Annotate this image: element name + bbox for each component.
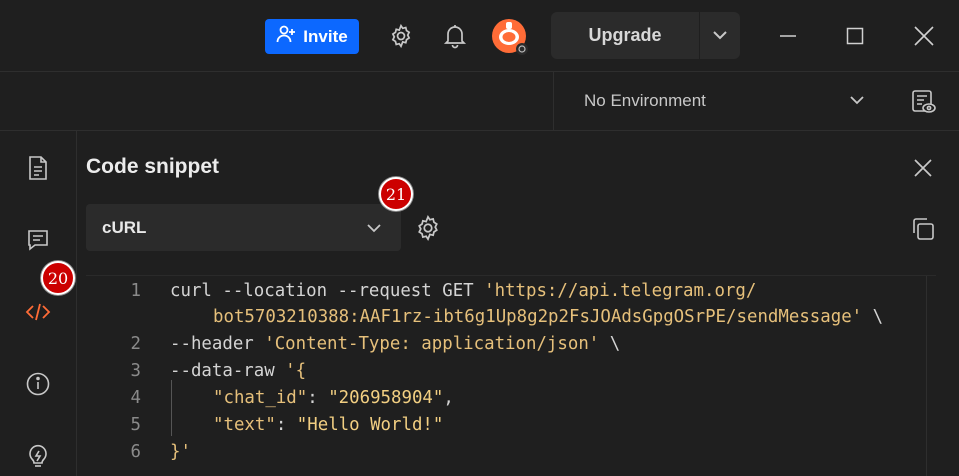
- chevron-down-icon: [712, 27, 728, 45]
- bell-icon[interactable]: [439, 20, 471, 52]
- maximize-icon[interactable]: [839, 20, 871, 52]
- upgrade-dropdown-button[interactable]: [700, 12, 740, 59]
- lightbulb-icon[interactable]: [24, 442, 52, 470]
- panel-title: Code snippet: [86, 155, 220, 178]
- annotation-badge: 20: [41, 261, 75, 295]
- upgrade-button[interactable]: Upgrade: [551, 12, 699, 59]
- line-number: 4: [130, 388, 141, 408]
- code-token: --header: [170, 334, 265, 354]
- code-token: \: [599, 334, 621, 354]
- environment-select[interactable]: No Environment: [554, 72, 894, 130]
- code-line: "chat_id": "206958904",: [213, 388, 454, 408]
- code-token: \: [862, 307, 884, 327]
- documentation-icon[interactable]: [24, 154, 52, 182]
- line-number: 6: [130, 442, 141, 462]
- code-token: ,: [443, 388, 454, 408]
- environment-label: No Environment: [584, 91, 706, 110]
- invite-label: Invite: [303, 26, 348, 46]
- code-string: 'https://api.telegram.org/: [484, 281, 757, 301]
- code-line: }': [170, 442, 191, 462]
- line-number: 1: [130, 281, 141, 301]
- add-user-icon: [276, 24, 296, 49]
- avatar[interactable]: [491, 18, 529, 56]
- line-number: 3: [130, 361, 141, 381]
- minimize-icon[interactable]: [772, 20, 804, 52]
- code-line: --header 'Content-Type: application/json…: [170, 334, 620, 354]
- code-string: '{: [285, 361, 307, 381]
- code-line: curl --location --request GET 'https://a…: [170, 281, 756, 301]
- code-string: "chat_id": [213, 388, 308, 408]
- chevron-down-icon: [849, 90, 865, 115]
- indent-guide: [171, 380, 172, 436]
- code-line: --data-raw '{: [170, 361, 306, 381]
- annotation-badge: 21: [379, 177, 413, 211]
- language-label: cURL: [102, 218, 147, 237]
- code-token: --data-raw: [170, 361, 286, 381]
- language-select[interactable]: cURL: [86, 204, 401, 251]
- code-editor: 1 2 3 4 5 6 curl --location --request GE…: [86, 276, 926, 476]
- chevron-down-icon: [366, 218, 382, 243]
- close-window-icon[interactable]: [908, 20, 940, 52]
- code-string: "Hello World!": [296, 415, 444, 435]
- title-bar: [0, 0, 959, 72]
- code-line: "text": "Hello World!": [213, 415, 443, 435]
- copy-icon[interactable]: [910, 216, 936, 247]
- info-icon[interactable]: [24, 370, 52, 398]
- snippet-settings-icon[interactable]: [414, 214, 442, 247]
- settings-icon[interactable]: [385, 20, 417, 52]
- code-string: "206958904": [328, 388, 444, 408]
- code-string: bot5703210388:AAF1rz-ibt6g1Up8g2p2FsJOAd…: [213, 307, 863, 327]
- invite-button[interactable]: Invite: [265, 19, 359, 54]
- close-icon[interactable]: [911, 156, 935, 185]
- code-string: 'Content-Type: application/json': [264, 334, 600, 354]
- code-string: "text": [213, 415, 276, 435]
- code-line: bot5703210388:AAF1rz-ibt6g1Up8g2p2FsJOAd…: [213, 307, 883, 327]
- environment-quick-look-icon[interactable]: [911, 89, 937, 120]
- line-number: 2: [130, 334, 141, 354]
- code-token: :: [307, 388, 329, 408]
- code-string: }': [170, 442, 191, 462]
- code-icon[interactable]: [24, 298, 52, 326]
- upgrade-button-group: Upgrade: [551, 12, 740, 59]
- comments-icon[interactable]: [24, 226, 52, 254]
- line-number: 5: [130, 415, 141, 435]
- code-token: :: [275, 415, 297, 435]
- code-token: curl --location --request GET: [170, 281, 485, 301]
- scrollbar[interactable]: [926, 276, 927, 476]
